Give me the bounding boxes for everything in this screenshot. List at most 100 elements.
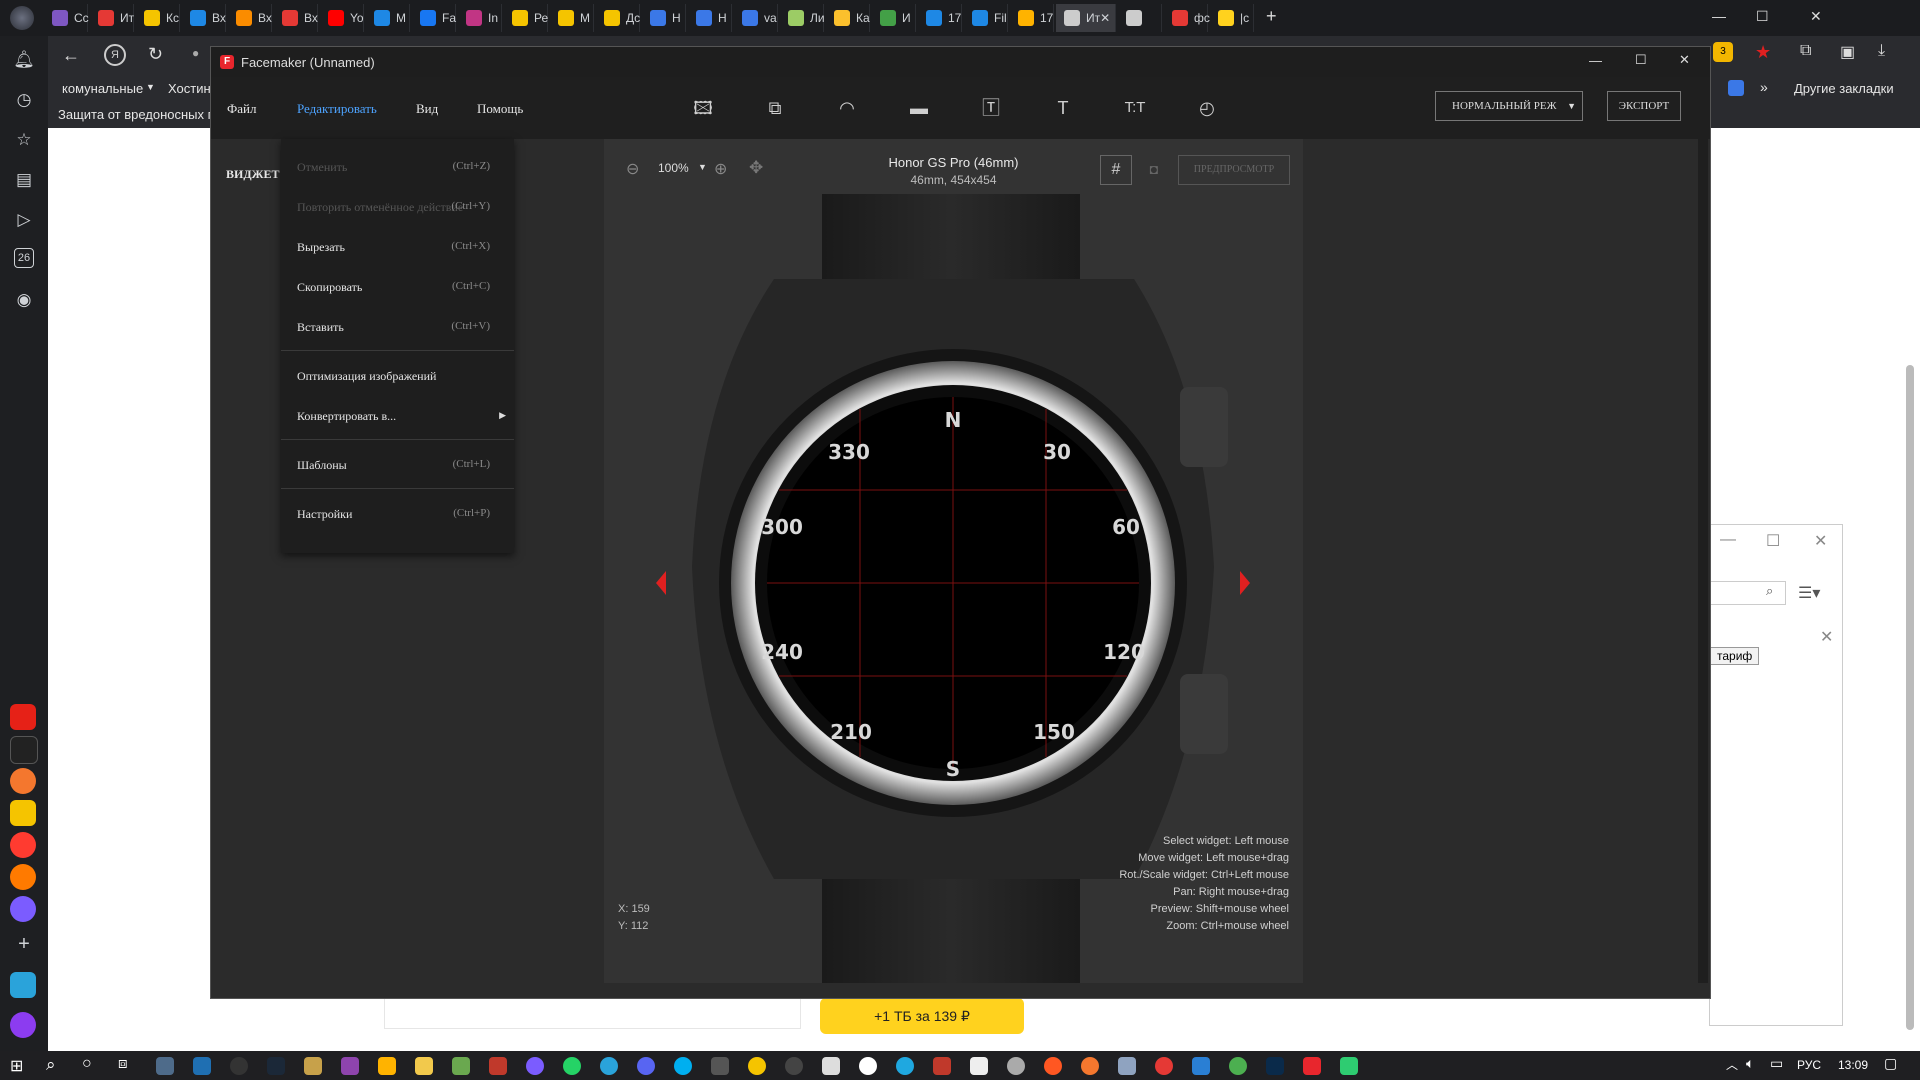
steam-app-icon[interactable] [267,1057,285,1075]
browser-tab[interactable]: Сс [44,4,89,32]
maximize-icon[interactable]: ☐ [1756,8,1769,25]
taskbar-app-icon[interactable] [1155,1057,1173,1075]
taskbar-app-icon[interactable] [1081,1057,1099,1075]
taskbar-app-icon[interactable] [304,1057,322,1075]
taskbar-app-icon[interactable] [341,1057,359,1075]
yandex-icon[interactable]: Я [104,44,126,66]
browser-tab[interactable]: |с [1210,4,1254,32]
taskbar-app-icon[interactable] [156,1057,174,1075]
taskbar-app-icon[interactable] [230,1057,248,1075]
tariff-button[interactable]: тариф [1710,647,1760,665]
downloads-icon[interactable]: ⤓ [1878,42,1885,60]
menu-view[interactable]: Вид [416,101,438,117]
browser-tab[interactable]: 17 [1010,4,1054,32]
taskbar-app-icon[interactable] [526,1057,544,1075]
taskbar-app-icon[interactable] [748,1057,766,1075]
browser-tab[interactable]: Дс [596,4,640,32]
taskbar-app-icon[interactable] [785,1057,803,1075]
telegram-app-icon[interactable] [10,972,36,998]
browser-tab[interactable]: Ли [780,4,825,32]
clock[interactable]: 13:09 [1838,1058,1868,1072]
collections-icon[interactable]: ▣ [1840,42,1855,62]
add-icon[interactable]: + [12,932,36,956]
text-icon[interactable]: T [1052,97,1074,119]
mode-dropdown[interactable]: НОРМАЛЬНЫЙ РЕЖ ▼ [1435,91,1583,121]
star-icon[interactable]: ☆ [12,128,36,152]
app-icon[interactable] [10,864,36,890]
facemaker-app-icon[interactable] [1303,1057,1321,1075]
chevron-right-icon[interactable]: » [1760,79,1768,95]
search-icon[interactable]: ⌕ [46,1055,56,1075]
taskbar-app-icon[interactable] [452,1057,470,1075]
browser-tab[interactable]: Вх [274,4,318,32]
browser-tab[interactable]: Н [688,4,732,32]
scrollbar[interactable] [1906,365,1914,1030]
browser-tab[interactable]: Yo [320,4,364,32]
close-icon[interactable]: ✕ [1820,627,1833,647]
list-view-icon[interactable]: ☰▾ [1798,583,1820,603]
close-icon[interactable]: ✕ [1810,8,1822,25]
yandex-browser-icon[interactable] [859,1057,877,1075]
browser-tab[interactable]: Ка [826,4,870,32]
menu-edit[interactable]: Редактировать [297,101,377,117]
browser-tab[interactable]: Fa [412,4,456,32]
history-icon[interactable]: ◷ [12,88,36,112]
export-button[interactable]: ЭКСПОРТ [1607,91,1681,121]
menu-help[interactable]: Помощь [477,101,523,117]
search-icon[interactable]: ⌕ [1766,583,1773,599]
browser-tab[interactable]: Ре [504,4,548,32]
screenshot-icon[interactable]: ◉ [12,288,36,312]
browser-tab[interactable]: Ит ✕ [1056,4,1116,32]
language-indicator[interactable]: РУС [1797,1058,1821,1072]
calendar-icon[interactable]: 26 [14,248,34,268]
taskbar-app-icon[interactable] [1044,1057,1062,1075]
translate-icon[interactable] [1728,80,1744,96]
taskbar-app-icon[interactable] [193,1057,211,1075]
youtube-app-icon[interactable] [10,704,36,730]
dynamic-text-icon[interactable]: T:T [1124,97,1146,119]
taskbar-app-icon[interactable] [1192,1057,1210,1075]
telegram-app-icon[interactable] [600,1057,618,1075]
clock-hand-icon[interactable]: ◴ [1196,97,1218,119]
browser-tab[interactable]: In [458,4,502,32]
browser-tab[interactable]: И [872,4,916,32]
text-box-icon[interactable]: 🅃︎ [980,97,1002,119]
menu-file[interactable]: Файл [227,101,257,117]
panel-scrollbar[interactable] [1698,139,1708,983]
redo-menu-item[interactable]: Повторить отменённое действие [297,200,463,215]
taskbar-app-icon[interactable] [489,1057,507,1075]
notification-icon[interactable]: ▢ [1884,1055,1897,1072]
app-icon[interactable] [10,736,38,764]
cut-menu-item[interactable]: Вырезать [297,240,345,255]
paste-menu-item[interactable]: Вставить [297,320,344,335]
chrome-app-icon[interactable] [1229,1057,1247,1075]
taskbar-app-icon[interactable] [822,1057,840,1075]
extension-icon[interactable]: ⧉ [1800,42,1811,60]
browser-tab[interactable]: Кс [136,4,180,32]
browser-logo-icon[interactable] [10,6,34,30]
maximize-icon[interactable]: ☐ [1635,52,1647,68]
close-icon[interactable]: ✕ [1814,531,1827,551]
image-list-icon[interactable]: ⧉ [764,97,786,119]
network-icon[interactable]: ▭ [1770,1055,1783,1072]
minimize-icon[interactable]: — [1589,53,1602,68]
whatsapp-app-icon[interactable] [563,1057,581,1075]
copy-menu-item[interactable]: Скопировать [297,280,362,295]
start-icon[interactable]: ⊞ [10,1056,23,1076]
browser-tab[interactable]: Вх [228,4,272,32]
taskbar-app-icon[interactable] [1340,1057,1358,1075]
back-icon[interactable]: ← [62,45,80,66]
new-tab-button[interactable]: + [1266,6,1277,27]
discord-app-icon[interactable] [637,1057,655,1075]
browser-tab[interactable]: va [734,4,778,32]
folder-app-icon[interactable] [415,1057,433,1075]
bookmark-folder[interactable]: комунальные [62,81,143,96]
protection-text[interactable]: Защита от вредоносных п [58,107,215,122]
cortana-icon[interactable]: ○ [82,1055,92,1073]
browser-tab[interactable]: Fil [964,4,1008,32]
browser-tab[interactable]: М [366,4,410,32]
task-view-icon[interactable]: ⧈ [118,1055,128,1072]
watch-canvas[interactable]: ⊖ 100% ▼ ⊕ ✥ Honor GS Pro (46mm) 46mm, 4… [604,139,1303,983]
bookmark-item[interactable]: Хостин [168,81,211,96]
tray-chevron-icon[interactable]: ︿ [1726,1056,1738,1073]
